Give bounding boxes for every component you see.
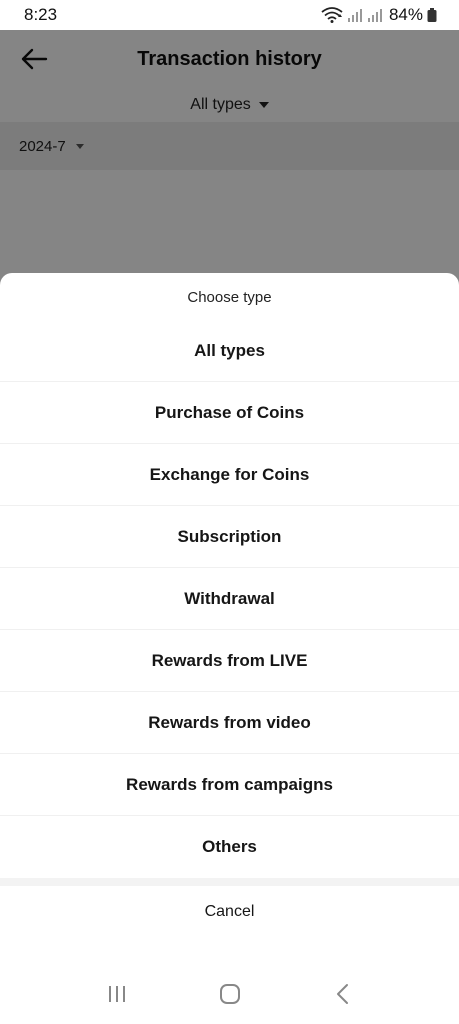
choose-type-sheet: Choose type All types Purchase of Coins … [0, 273, 459, 1024]
back-icon [336, 984, 348, 1004]
signal-icon [347, 8, 363, 22]
type-options: All types Purchase of Coins Exchange for… [0, 321, 459, 878]
option-rewards-from-live[interactable]: Rewards from LIVE [0, 630, 459, 692]
option-exchange-for-coins[interactable]: Exchange for Coins [0, 444, 459, 506]
back-nav-button[interactable] [323, 974, 363, 1014]
option-others[interactable]: Others [0, 816, 459, 878]
screen: 8:23 84% Transaction history All types 2… [0, 0, 459, 1024]
home-button[interactable] [210, 974, 250, 1014]
home-icon [219, 984, 240, 1004]
sheet-divider [0, 878, 459, 886]
status-icons: 84% [321, 5, 437, 25]
recent-apps-icon [108, 986, 125, 1002]
cancel-button[interactable]: Cancel [0, 886, 459, 938]
signal-icon [367, 8, 383, 22]
option-withdrawal[interactable]: Withdrawal [0, 568, 459, 630]
wifi-icon [321, 7, 343, 23]
status-time: 8:23 [24, 5, 58, 24]
status-bar: 8:23 84% [0, 0, 459, 30]
option-rewards-from-campaigns[interactable]: Rewards from campaigns [0, 754, 459, 816]
option-subscription[interactable]: Subscription [0, 506, 459, 568]
option-all-types[interactable]: All types [0, 321, 459, 382]
sheet-title: Choose type [187, 288, 272, 306]
recent-apps-button[interactable] [97, 974, 137, 1014]
option-purchase-of-coins[interactable]: Purchase of Coins [0, 382, 459, 444]
battery-percentage: 84% [388, 5, 423, 24]
option-rewards-from-video[interactable]: Rewards from video [0, 692, 459, 754]
navigation-bar [0, 964, 459, 1024]
battery-icon [427, 8, 437, 22]
